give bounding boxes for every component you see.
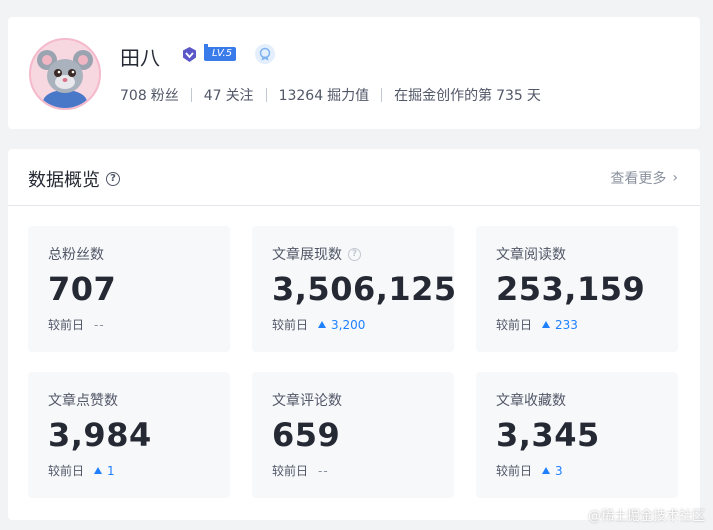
avatar[interactable] [29,38,101,110]
metric-delta: 较前日 -- [272,463,329,479]
level-badge[interactable]: LV.5 [204,44,237,61]
metric-label: 文章收藏数 [496,393,566,409]
metric-value: 3,984 [48,416,152,454]
metric-delta: 较前日 -- [48,317,105,333]
profile-card: 田八 LV.5 708 粉丝 47 关注 13264 掘力值 在掘金创作的第 735 天 [8,17,700,129]
triangle-up-icon [318,321,327,328]
data-overview-card: 数据概览 ? 查看更多 › 总粉丝数 707 较前日 -- 文章展现数 ? 3,… [8,149,700,520]
metric-value: 253,159 [496,270,646,308]
divider [190,88,192,102]
see-more-link[interactable]: 查看更多 › [610,168,678,188]
metric-label: 文章点赞数 [48,393,118,409]
metric-card-comments[interactable]: 文章评论数 659 较前日 -- [252,372,454,498]
followers-stat[interactable]: 708 粉丝 [120,85,179,105]
divider [8,205,700,206]
watermark: @稀土掘金技术社区 [587,509,705,524]
metric-value: 3,345 [496,416,600,454]
metric-label: 文章展现数 ? [272,244,361,264]
power-stat[interactable]: 13264 掘力值 [279,85,370,105]
metric-value: 3,506,125 [272,270,457,308]
help-icon[interactable]: ? [106,172,120,186]
metric-delta: 较前日 3 [496,463,563,479]
divider [265,88,267,102]
metric-delta: 较前日 3,200 [272,317,366,333]
divider [381,88,383,102]
help-icon[interactable]: ? [348,247,361,261]
metric-label: 文章评论数 [272,393,342,409]
metric-card-reads[interactable]: 文章阅读数 253,159 较前日 233 [476,226,678,352]
metric-label: 总粉丝数 [48,247,104,263]
metric-value: 659 [272,416,341,454]
metric-card-likes[interactable]: 文章点赞数 3,984 较前日 1 [28,372,230,498]
metric-delta: 较前日 233 [496,317,578,333]
metric-label: 文章阅读数 [496,247,566,263]
triangle-up-icon [542,467,551,474]
creation-days: 在掘金创作的第 735 天 [394,88,541,104]
metric-card-followers[interactable]: 总粉丝数 707 较前日 -- [28,226,230,352]
metric-card-collections[interactable]: 文章收藏数 3,345 较前日 3 [476,372,678,498]
chevron-right-icon: › [672,170,678,186]
metric-card-impressions[interactable]: 文章展现数 ? 3,506,125 较前日 3,200 [252,226,457,352]
following-stat[interactable]: 47 关注 [204,85,254,105]
triangle-up-icon [94,467,103,474]
profile-stats: 708 粉丝 47 关注 13264 掘力值 在掘金创作的第 735 天 [120,85,541,105]
medal-badge-icon[interactable] [255,44,275,64]
triangle-up-icon [542,321,551,328]
vip-badge-icon[interactable] [181,46,198,63]
overview-title: 数据概览 ? [28,166,120,192]
metric-delta: 较前日 1 [48,463,115,479]
username[interactable]: 田八 [120,42,160,71]
metric-value: 707 [48,270,117,308]
